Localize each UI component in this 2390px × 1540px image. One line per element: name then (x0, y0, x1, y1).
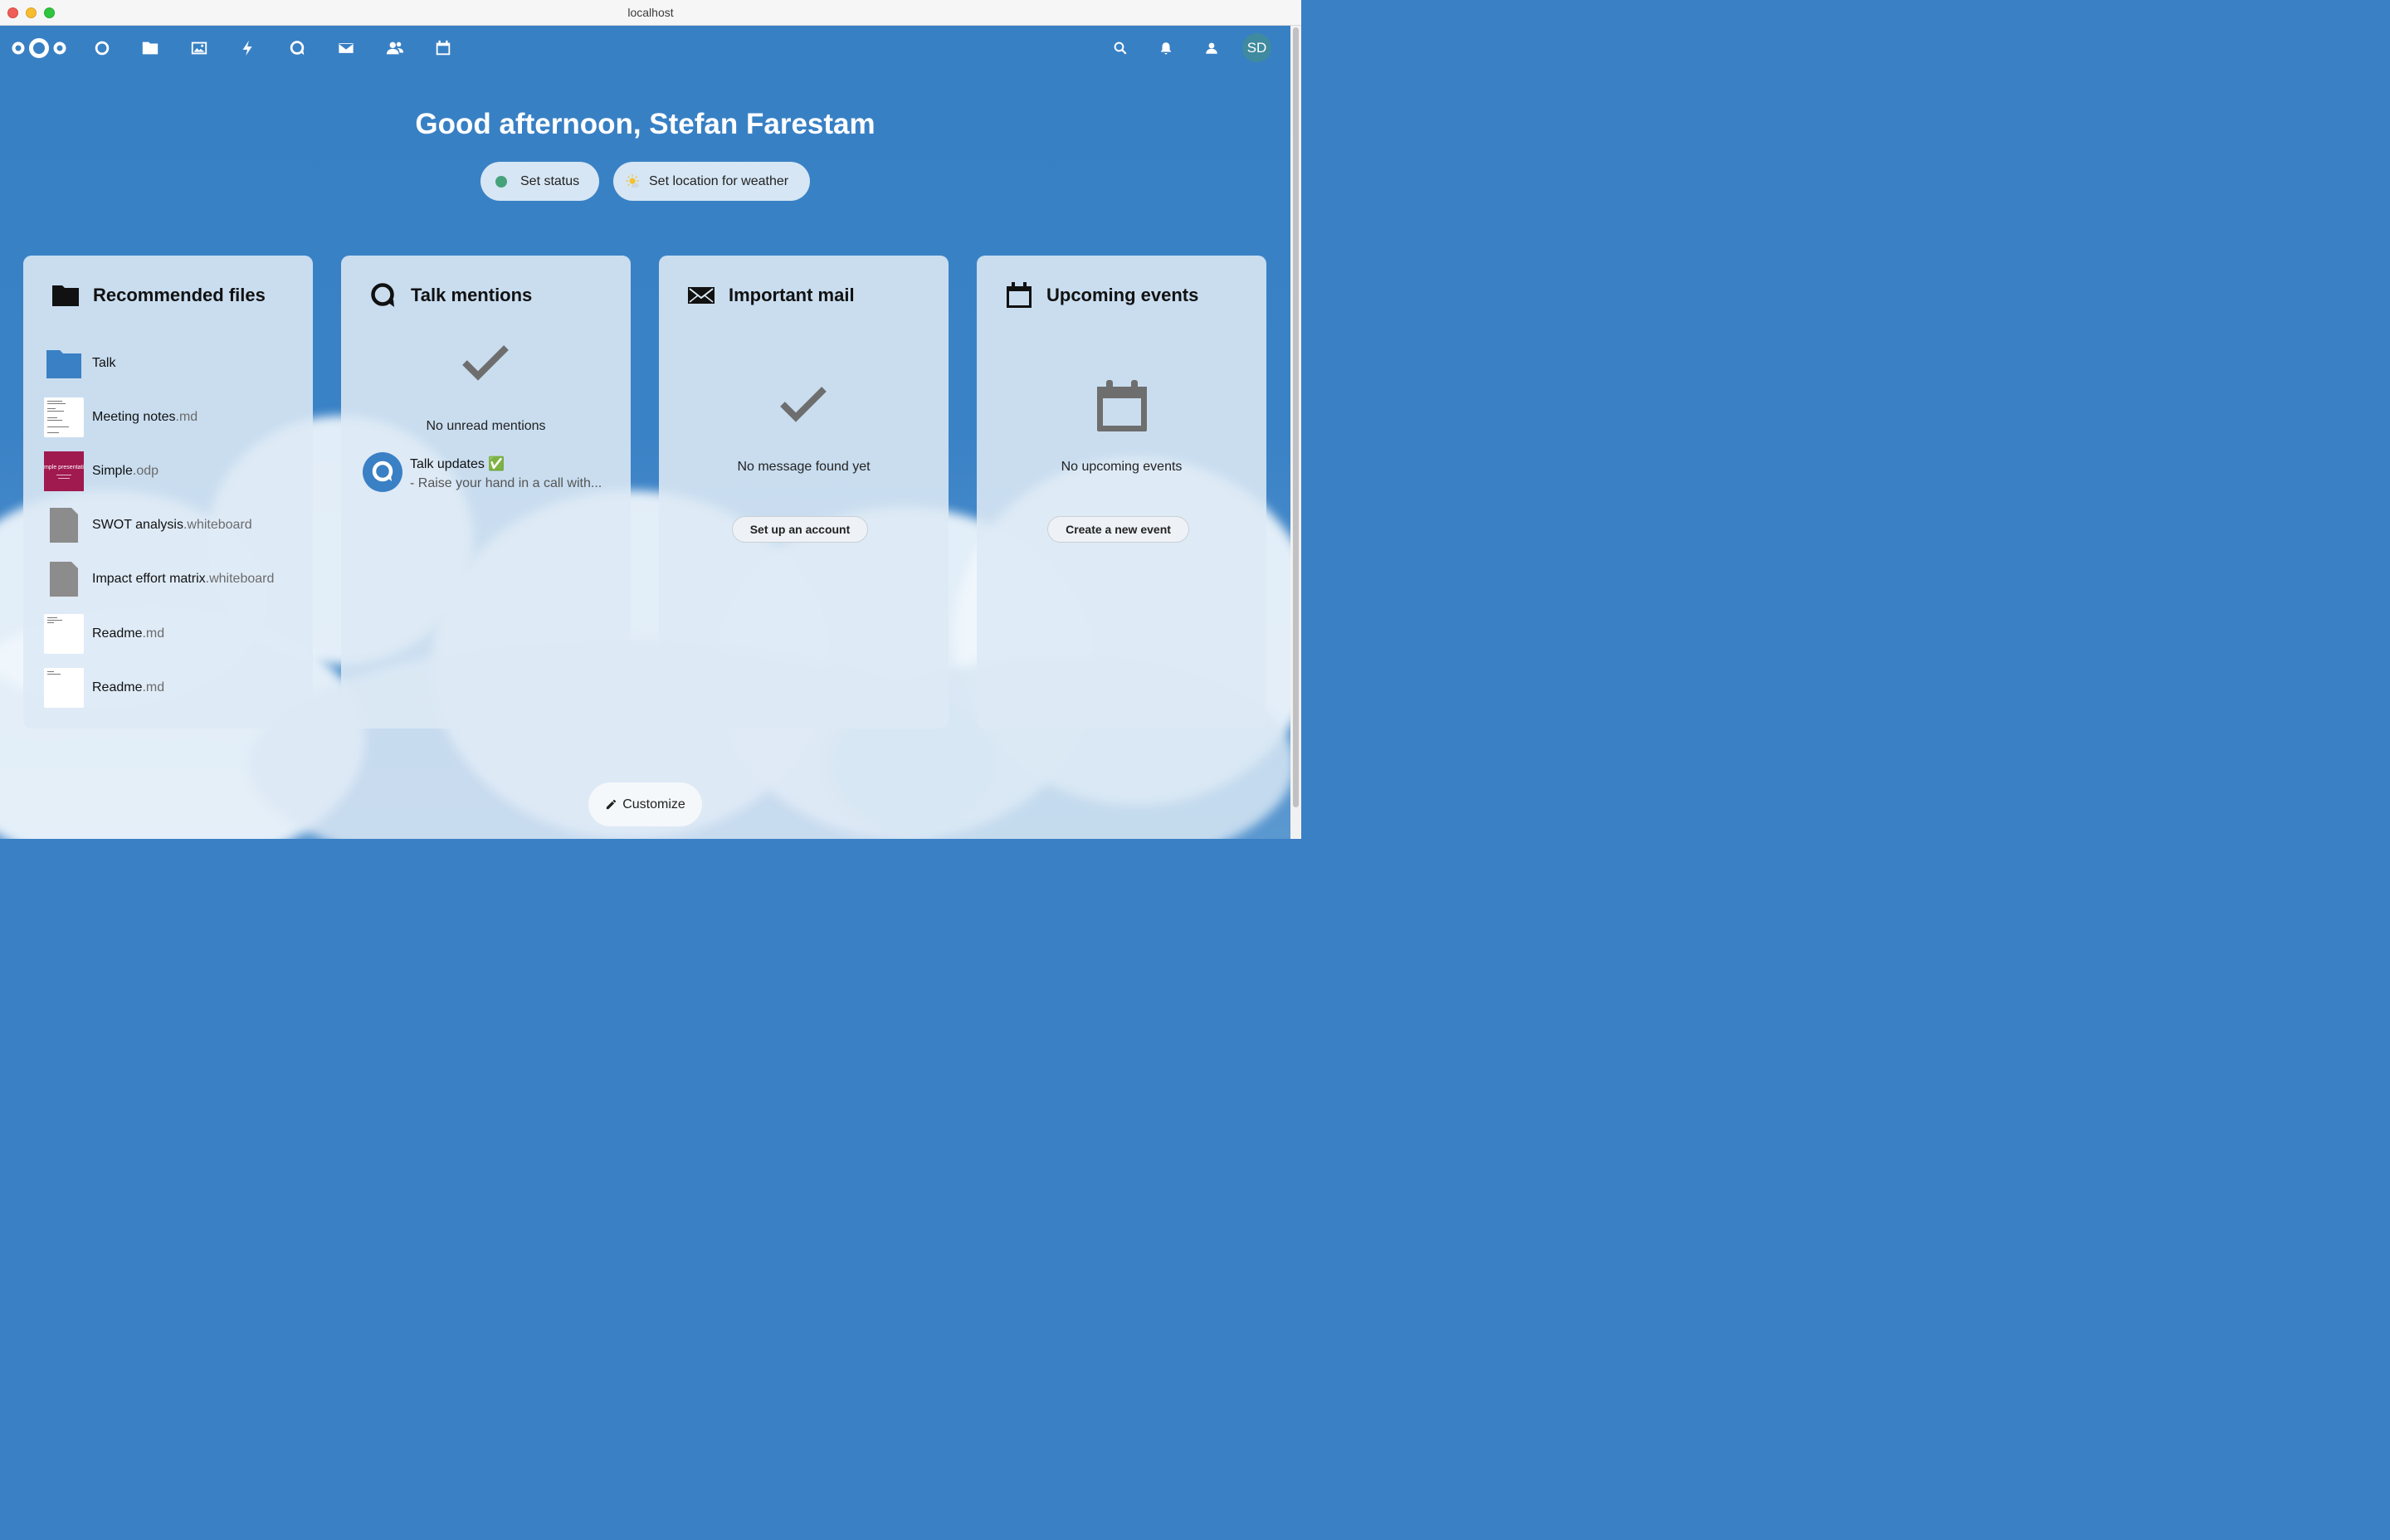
customize-button[interactable]: Customize (588, 782, 702, 826)
talk-icon[interactable] (286, 37, 308, 59)
file-item-readme[interactable]: Readme.md (44, 667, 164, 709)
set-up-account-button[interactable]: Set up an account (732, 516, 868, 543)
file-name: Impact effort matrix.whiteboard (92, 572, 275, 586)
talk-icon (369, 281, 398, 309)
important-mail-panel: Important mail No message found yet Set … (659, 256, 949, 729)
mail-icon (687, 281, 715, 309)
dashboard-icon[interactable] (91, 37, 113, 59)
set-status-label: Set status (520, 173, 580, 188)
panel-title: Important mail (729, 285, 855, 305)
window-titlebar: localhost (0, 0, 1301, 26)
file-item-talk[interactable]: Talk (44, 343, 115, 384)
conversation-title: Talk updates ✅ (410, 457, 505, 471)
contacts-icon[interactable] (384, 37, 406, 59)
checkmark-icon (462, 345, 509, 381)
calendar-icon (1005, 281, 1033, 309)
calendar-empty-icon (1097, 380, 1147, 431)
nextcloud-logo-icon[interactable] (11, 36, 67, 61)
file-item-readme[interactable]: Readme.md (44, 613, 164, 655)
panel-header: Recommended files (51, 280, 266, 310)
file-item-impact-effort-matrix[interactable]: Impact effort matrix.whiteboard (44, 558, 274, 600)
empty-message: No message found yet (737, 460, 871, 474)
file-name: Simple.odp (92, 464, 159, 478)
file-item-simple[interactable]: mple presentati Simple.odp (44, 451, 159, 492)
maximize-window-button[interactable] (44, 7, 55, 18)
customize-label: Customize (622, 797, 685, 811)
panel-header: Upcoming events (1005, 280, 1198, 310)
set-weather-location-button[interactable]: Set location for weather (613, 162, 810, 201)
notifications-icon[interactable] (1155, 37, 1177, 59)
empty-message: No unread mentions (426, 419, 546, 433)
presentation-thumbnail: mple presentati (44, 451, 84, 491)
document-thumbnail (44, 614, 84, 654)
close-window-button[interactable] (7, 7, 18, 18)
window-controls (7, 7, 55, 18)
user-avatar[interactable]: SD (1242, 33, 1271, 62)
greeting-heading: Good afternoon, Stefan Farestam (415, 108, 876, 140)
calendar-icon[interactable] (432, 37, 454, 59)
upcoming-events-panel: Upcoming events No upcoming events Creat… (977, 256, 1266, 729)
whiteboard-file-icon (44, 505, 84, 545)
set-weather-label: Set location for weather (649, 173, 789, 188)
folder-icon (44, 344, 84, 383)
folder-icon (51, 281, 80, 309)
activity-icon[interactable] (237, 37, 259, 59)
status-online-icon (495, 175, 507, 188)
panel-title: Upcoming events (1046, 285, 1199, 305)
search-icon[interactable] (1110, 37, 1131, 59)
file-item-swot-analysis[interactable]: SWOT analysis.whiteboard (44, 504, 252, 546)
file-item-meeting-notes[interactable]: Meeting notes.md (44, 397, 198, 438)
file-name: Talk (92, 356, 116, 370)
window-title: localhost (627, 6, 674, 19)
empty-message: No upcoming events (1061, 460, 1183, 474)
talk-conversation-item[interactable]: Talk updates ✅ - Raise your hand in a ca… (363, 451, 612, 493)
contacts-menu-icon[interactable] (1201, 37, 1222, 59)
file-name: Readme.md (92, 626, 165, 641)
whiteboard-file-icon (44, 559, 84, 599)
document-thumbnail (44, 668, 84, 708)
panel-header: Talk mentions (369, 280, 532, 310)
recommended-files-panel: Recommended files Talk Meeting notes.md … (23, 256, 313, 729)
file-name: Meeting notes.md (92, 410, 198, 424)
panel-title: Recommended files (93, 285, 266, 305)
talk-app-icon (363, 452, 402, 492)
photos-icon[interactable] (188, 37, 210, 59)
files-icon[interactable] (139, 37, 161, 59)
file-name: SWOT analysis.whiteboard (92, 518, 252, 532)
panel-header: Important mail (687, 280, 855, 310)
talk-mentions-panel: Talk mentions No unread mentions Talk up… (341, 256, 631, 729)
create-new-event-button[interactable]: Create a new event (1047, 516, 1189, 543)
file-name: Readme.md (92, 680, 165, 694)
minimize-window-button[interactable] (26, 7, 37, 18)
set-status-button[interactable]: Set status (480, 162, 599, 201)
weather-sun-icon (626, 173, 640, 188)
page-scrollbar[interactable] (1290, 26, 1301, 839)
top-header: SD (0, 26, 1290, 71)
panel-title: Talk mentions (411, 285, 533, 305)
checkmark-icon (780, 387, 827, 422)
pencil-icon (607, 799, 617, 810)
conversation-subtitle: - Raise your hand in a call with... (410, 476, 602, 490)
mail-icon[interactable] (335, 37, 357, 59)
document-thumbnail (44, 397, 84, 437)
